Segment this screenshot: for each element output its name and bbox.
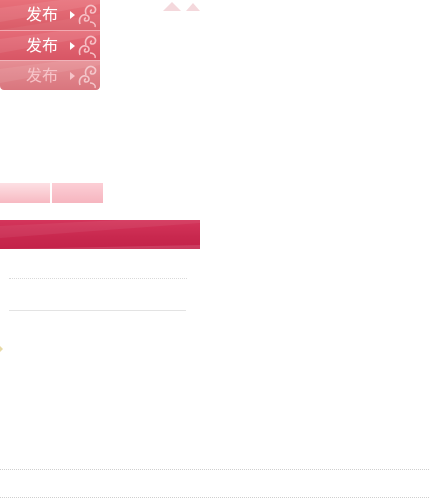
dotted-divider — [0, 497, 429, 498]
dotted-divider — [0, 469, 429, 470]
publish-button-sprite: 发布 发布 发布 — [0, 0, 100, 90]
tab-normal[interactable] — [0, 183, 50, 203]
publish-button-normal[interactable]: 发布 — [0, 0, 100, 30]
triangle-up-icon — [186, 3, 200, 11]
arrow-right-icon — [70, 42, 75, 50]
swirl-ornament-icon — [78, 65, 97, 89]
bullet-arrow-icon — [0, 346, 3, 352]
publish-button-label: 发布 — [26, 5, 59, 24]
arrow-right-icon — [70, 72, 75, 80]
publish-button-label: 发布 — [26, 36, 59, 55]
swirl-ornament-icon — [78, 35, 97, 59]
publish-button-disabled: 发布 — [0, 60, 100, 90]
publish-button-hover[interactable]: 发布 — [0, 30, 100, 60]
tab-hover[interactable] — [52, 183, 103, 203]
title-bar-background — [0, 220, 200, 249]
title-bar-shine-decoration — [0, 220, 200, 249]
solid-divider — [9, 310, 186, 311]
swirl-ornament-icon — [78, 4, 97, 28]
arrow-right-icon — [70, 11, 75, 19]
publish-button-label: 发布 — [26, 66, 59, 85]
triangle-up-icon — [163, 2, 181, 11]
dotted-divider — [9, 278, 187, 279]
